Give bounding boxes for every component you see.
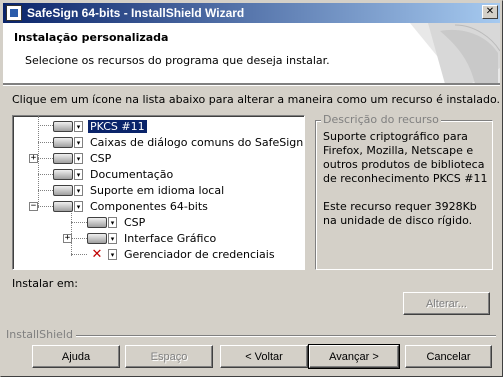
not-available-icon: ✕ [87,248,107,261]
tree-item-label: Documentação [90,167,174,181]
back-button[interactable]: < Voltar [220,345,308,368]
hard-disk-icon [53,200,73,212]
help-button[interactable]: Ajuda [32,345,120,368]
next-button[interactable]: Avançar > [308,344,400,369]
feature-state-dropdown[interactable]: ▾ [87,231,119,245]
feature-state-dropdown[interactable]: ▾ [53,151,85,165]
change-button[interactable]: Alterar... [403,292,490,315]
window-title: SafeSign 64-bits - InstallShield Wizard [27,6,245,20]
feature-state-dropdown[interactable]: ▾ [53,167,85,181]
page-subtitle: Selecione os recursos do programa que de… [25,54,330,67]
chevron-down-icon: ▾ [74,168,83,180]
tree-item-64bit-components[interactable]: ▾ Componentes 64-bits [53,198,210,214]
feature-state-dropdown[interactable]: ▾ [53,199,85,213]
installer-window: SafeSign 64-bits - InstallShield Wizard … [0,0,503,377]
tree-line [38,190,53,191]
tree-item-pkcs11[interactable]: ▾ PKCS #11 [53,118,148,134]
tree-line [38,206,53,207]
tree-item-label: Caixas de diálogo comuns do SafeSign [90,135,304,149]
expand-icon[interactable]: + [29,154,38,163]
wizard-header: Instalação personalizada Selecione os re… [3,23,500,84]
chevron-down-icon: ▾ [74,184,83,196]
tree-item-label: Suporte em idioma local [90,183,225,197]
feature-state-dropdown[interactable]: ▾ [87,215,119,229]
expand-icon[interactable]: + [63,234,72,243]
tree-item-documentation[interactable]: ▾ Documentação [53,166,175,182]
tree-line [71,238,87,239]
space-button[interactable]: Espaço [125,345,213,368]
installshield-brand: InstallShield [6,328,76,341]
tree-item-credential-manager[interactable]: ✕ ▾ Gerenciador de credenciais [87,246,277,262]
instruction-text: Clique em um ícone na lista abaixo para … [12,93,500,106]
hard-disk-icon [53,136,73,148]
tree-line [38,125,53,126]
tree-item-label: CSP [124,215,146,229]
feature-size-text: Este recurso requer 3928Kb na unidade de… [323,200,477,227]
chevron-down-icon: ▾ [74,136,83,148]
page-title: Instalação personalizada [14,31,169,44]
tree-item-csp-64[interactable]: ▾ CSP [87,214,147,230]
header-divider [3,84,500,86]
tree-item-label: Componentes 64-bits [90,199,208,213]
hard-disk-icon [87,216,107,228]
hard-disk-icon [53,152,73,164]
chevron-down-icon: ▾ [74,200,83,212]
chevron-down-icon: ▾ [108,248,117,260]
feature-state-dropdown[interactable]: ▾ [53,183,85,197]
tree-line [71,222,87,223]
tree-line [38,116,39,208]
hard-disk-icon [87,232,107,244]
tree-item-label: Interface Gráfico [124,231,217,245]
tree-item-language-support[interactable]: ▾ Suporte em idioma local [53,182,226,198]
collapse-icon[interactable]: − [29,202,38,211]
chevron-down-icon: ▾ [74,152,83,164]
feature-state-dropdown[interactable]: ▾ [53,119,85,133]
installshield-divider [6,335,496,337]
feature-description-text: Suporte criptográfico para Firefox, Mozi… [323,130,488,185]
feature-description-legend: Descrição do recurso [321,113,441,126]
tree-item-graphical-interface[interactable]: ▾ Interface Gráfico [87,230,218,246]
chevron-down-icon: ▾ [108,232,117,244]
chevron-down-icon: ▾ [108,216,117,228]
install-location-label: Instalar em: [12,277,79,290]
close-button[interactable]: ✕ [482,5,498,19]
tree-line [71,208,72,256]
feature-state-dropdown[interactable]: ▾ [53,135,85,149]
app-icon [6,5,22,21]
tree-line [38,158,53,159]
hard-disk-icon [53,184,73,196]
hard-disk-icon [53,120,73,132]
tree-item-csp[interactable]: ▾ CSP [53,150,113,166]
tree-line [71,254,87,255]
tree-line [38,174,53,175]
header-artwork-icon [410,23,500,83]
tree-item-label: CSP [90,151,112,165]
tree-line [38,142,53,143]
tree-item-label: Gerenciador de credenciais [124,247,275,261]
feature-tree[interactable]: ▾ PKCS #11 ▾ Caixas de diálogo comuns do… [12,115,305,270]
feature-state-dropdown[interactable]: ✕ ▾ [87,247,119,261]
chevron-down-icon: ▾ [74,120,83,132]
hard-disk-icon [53,168,73,180]
cancel-button[interactable]: Cancelar [405,345,492,368]
tree-item-label: PKCS #11 [87,118,148,134]
tree-item-dialogs[interactable]: ▾ Caixas de diálogo comuns do SafeSign [53,134,304,150]
title-bar[interactable]: SafeSign 64-bits - InstallShield Wizard … [3,3,500,23]
